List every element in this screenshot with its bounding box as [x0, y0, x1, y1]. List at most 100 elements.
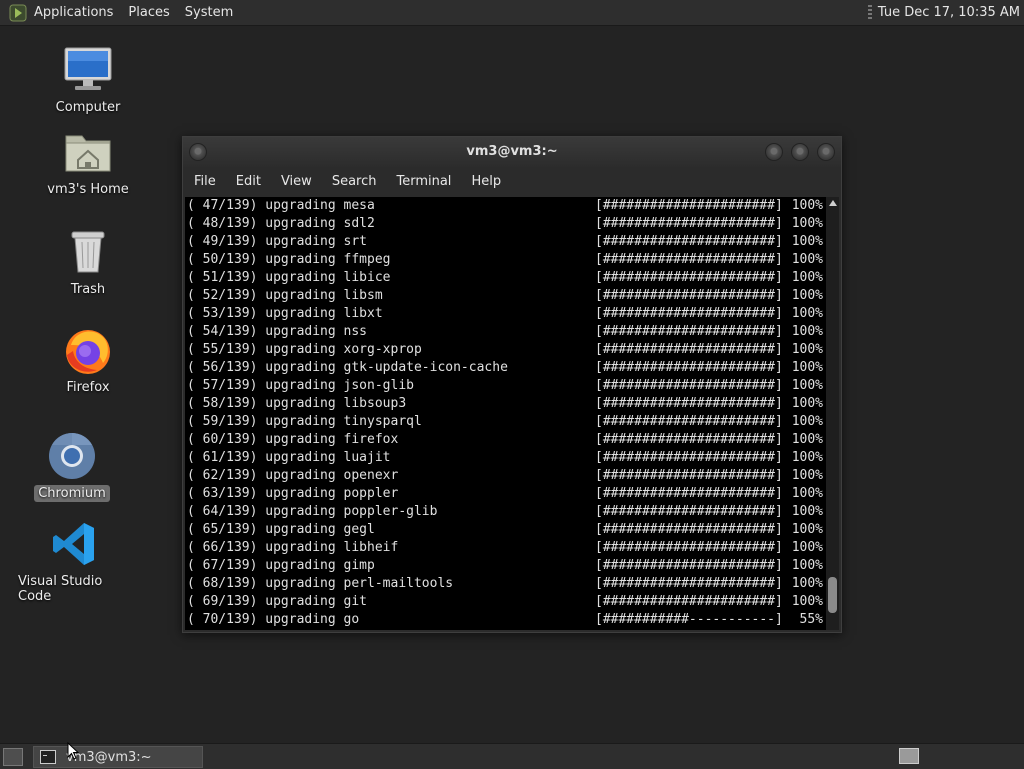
desktop-icon-vscode[interactable]: Visual Studio Code	[14, 518, 134, 605]
progress-bar-text: [######################]	[595, 468, 783, 483]
bottom-panel: vm3@vm3:~	[0, 743, 1024, 769]
package-status-text: ( 62/139) upgrading openexr	[187, 468, 399, 483]
terminal-scrollbar[interactable]	[826, 197, 839, 630]
progress-percent: 100%	[791, 522, 823, 537]
progress-percent: 100%	[791, 486, 823, 501]
menu-help[interactable]: Help	[471, 174, 501, 189]
progress-bar-text: [######################]	[595, 558, 783, 573]
chromium-icon	[46, 430, 98, 482]
distro-logo-icon[interactable]	[8, 3, 28, 23]
progress-bar-text: [######################]	[595, 270, 783, 285]
progress-percent: 100%	[791, 576, 823, 591]
menu-view[interactable]: View	[281, 174, 312, 189]
package-status-text: ( 59/139) upgrading tinysparql	[187, 414, 422, 429]
progress-bar-text: [######################]	[595, 360, 783, 375]
maximize-button[interactable]	[791, 143, 809, 161]
package-status-text: ( 68/139) upgrading perl-mailtools	[187, 576, 454, 591]
progress-percent: 55%	[799, 612, 823, 627]
terminal-line: ( 48/139) upgrading sdl2 [###############…	[185, 215, 826, 233]
progress-percent: 100%	[791, 468, 823, 483]
progress-bar-text: [######################]	[595, 198, 783, 213]
places-menu[interactable]: Places	[128, 5, 169, 20]
workspace-switcher[interactable]	[899, 748, 919, 764]
package-status-text: ( 54/139) upgrading nss	[187, 324, 368, 339]
menu-edit[interactable]: Edit	[236, 174, 261, 189]
progress-percent: 100%	[791, 234, 823, 249]
terminal-line: ( 47/139) upgrading mesa [###############…	[185, 197, 826, 215]
show-desktop-icon[interactable]	[3, 748, 23, 766]
desktop-icon-computer[interactable]: Computer	[28, 44, 148, 116]
terminal-line: ( 53/139) upgrading libxt [##############…	[185, 305, 826, 323]
terminal-line: ( 54/139) upgrading nss [################…	[185, 323, 826, 341]
menu-file[interactable]: File	[194, 174, 216, 189]
progress-percent: 100%	[791, 558, 823, 573]
package-status-text: ( 50/139) upgrading ffmpeg	[187, 252, 391, 267]
package-status-text: ( 49/139) upgrading srt	[187, 234, 368, 249]
progress-bar-text: [######################]	[595, 486, 783, 501]
progress-bar-text: [######################]	[595, 396, 783, 411]
applications-menu[interactable]: Applications	[34, 5, 113, 20]
terminal-window[interactable]: vm3@vm3:~ File Edit View Search Terminal…	[182, 136, 842, 633]
window-title: vm3@vm3:~	[466, 144, 558, 159]
terminal-line: ( 69/139) upgrading git [################…	[185, 593, 826, 611]
terminal-line: ( 57/139) upgrading json-glib [##########…	[185, 377, 826, 395]
package-status-text: ( 52/139) upgrading libsm	[187, 288, 383, 303]
progress-bar-text: [######################]	[595, 576, 783, 591]
progress-percent: 100%	[791, 342, 823, 357]
terminal-line: ( 50/139) upgrading ffmpeg [#############…	[185, 251, 826, 269]
progress-bar-text: [######################]	[595, 594, 783, 609]
window-titlebar[interactable]: vm3@vm3:~	[183, 137, 841, 167]
progress-percent: 100%	[791, 360, 823, 375]
progress-bar-text: [######################]	[595, 324, 783, 339]
scroll-up-arrow-icon[interactable]	[829, 200, 837, 206]
clock[interactable]: Tue Dec 17, 10:35 AM	[878, 5, 1020, 20]
terminal-line: ( 67/139) upgrading gimp [###############…	[185, 557, 826, 575]
package-status-text: ( 51/139) upgrading libice	[187, 270, 391, 285]
terminal-line: ( 61/139) upgrading luajit [#############…	[185, 449, 826, 467]
menu-search[interactable]: Search	[332, 174, 377, 189]
close-button[interactable]	[817, 143, 835, 161]
system-menu[interactable]: System	[185, 5, 233, 20]
desktop-icon-label: vm3's Home	[47, 182, 129, 197]
progress-bar-text: [######################]	[595, 216, 783, 231]
progress-bar-text: [######################]	[595, 342, 783, 357]
firefox-icon	[62, 324, 114, 376]
desktop-icon-home[interactable]: vm3's Home	[28, 126, 148, 198]
progress-percent: 100%	[791, 288, 823, 303]
panel-separator	[867, 4, 872, 21]
progress-bar-text: [######################]	[595, 450, 783, 465]
desktop-icon-trash[interactable]: Trash	[28, 226, 148, 298]
desktop-icon-chromium[interactable]: Chromium	[12, 430, 132, 502]
terminal-line: ( 68/139) upgrading perl-mailtools [#####…	[185, 575, 826, 593]
terminal-line: ( 60/139) upgrading firefox [############…	[185, 431, 826, 449]
package-status-text: ( 55/139) upgrading xorg-xprop	[187, 342, 422, 357]
progress-percent: 100%	[791, 504, 823, 519]
progress-percent: 100%	[791, 450, 823, 465]
terminal-line: ( 55/139) upgrading xorg-xprop [#########…	[185, 341, 826, 359]
desktop-icon-label: Visual Studio Code	[18, 574, 103, 604]
menu-terminal[interactable]: Terminal	[396, 174, 451, 189]
terminal-line: ( 65/139) upgrading gegl [###############…	[185, 521, 826, 539]
progress-percent: 100%	[791, 306, 823, 321]
terminal-line: ( 56/139) upgrading gtk-update-icon-cach…	[185, 359, 826, 377]
terminal-line: ( 58/139) upgrading libsoup3 [###########…	[185, 395, 826, 413]
taskbar-terminal-button[interactable]: vm3@vm3:~	[33, 746, 203, 768]
progress-percent: 100%	[791, 594, 823, 609]
computer-icon	[62, 44, 114, 96]
progress-bar-text: [######################]	[595, 288, 783, 303]
progress-percent: 100%	[791, 252, 823, 267]
desktop-icon-label: Trash	[70, 282, 106, 297]
terminal-icon	[40, 750, 56, 764]
package-status-text: ( 57/139) upgrading json-glib	[187, 378, 414, 393]
package-status-text: ( 67/139) upgrading gimp	[187, 558, 375, 573]
scrollbar-thumb[interactable]	[828, 577, 837, 613]
terminal-output[interactable]: ( 47/139) upgrading mesa [###############…	[185, 197, 826, 630]
desktop-icon-label: Chromium	[34, 485, 110, 502]
progress-bar-text: [######################]	[595, 378, 783, 393]
desktop-icon-label: Computer	[55, 100, 121, 115]
desktop-icon-firefox[interactable]: Firefox	[28, 324, 148, 396]
minimize-button[interactable]	[765, 143, 783, 161]
package-status-text: ( 60/139) upgrading firefox	[187, 432, 399, 447]
package-status-text: ( 53/139) upgrading libxt	[187, 306, 383, 321]
terminal-line: ( 62/139) upgrading openexr [############…	[185, 467, 826, 485]
